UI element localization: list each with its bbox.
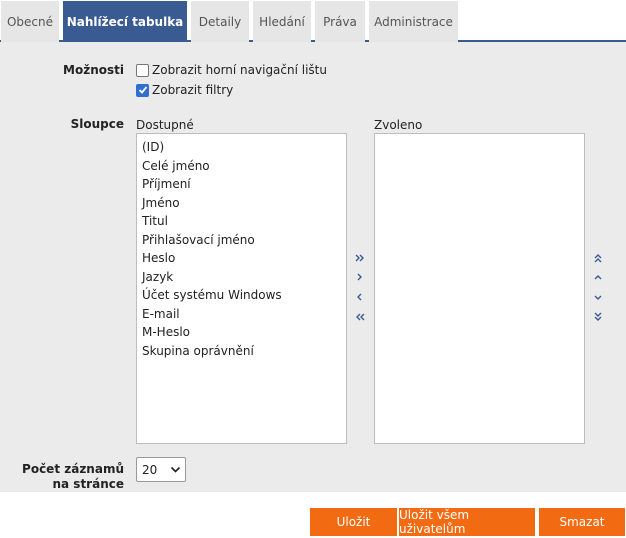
move-all-right-icon[interactable] (353, 251, 367, 265)
tab-detaily[interactable]: Detaily (191, 1, 249, 42)
list-item[interactable]: Celé jméno (137, 157, 346, 176)
list-item[interactable]: Jméno (137, 194, 346, 213)
save-all-users-button-label: Uložit všem uživatelům (399, 508, 470, 536)
selected-caption: Zvoleno (374, 118, 423, 132)
page-size-select[interactable]: 20 (136, 457, 186, 482)
page-size-label-line1: Počet záznamů (22, 462, 124, 476)
move-down-icon[interactable] (591, 290, 605, 304)
tab-nahlizeci-tabulka[interactable]: Nahlížecí tabulka (63, 1, 187, 42)
options-label: Možnosti (63, 63, 124, 77)
tab-label: Nahlížecí tabulka (66, 14, 184, 29)
selected-columns-list[interactable] (374, 133, 585, 444)
list-item[interactable]: Přihlašovací jméno (137, 231, 346, 250)
top-nav-checkbox[interactable] (136, 63, 149, 77)
tab-hledani[interactable]: Hledání (253, 1, 311, 42)
tab-label: Práva (323, 14, 357, 29)
tab-label: Hledání (259, 14, 305, 29)
tab-administrace[interactable]: Administrace (369, 1, 458, 42)
available-columns-list[interactable]: (ID) Celé jméno Příjmení Jméno Titul Přihlašo… (136, 133, 347, 444)
list-item[interactable]: Jazyk (137, 268, 346, 287)
move-left-icon[interactable] (353, 290, 367, 304)
list-item[interactable]: E-mail (137, 305, 346, 324)
list-item[interactable]: (ID) (137, 138, 346, 157)
tab-obecne[interactable]: Obecné (1, 1, 59, 42)
page-size-label-line2: na stránce (52, 477, 124, 491)
move-all-left-icon[interactable] (353, 310, 367, 324)
filters-checkbox-label: Zobrazit filtry (152, 83, 234, 97)
filters-checkbox[interactable] (136, 83, 149, 97)
move-right-icon[interactable] (353, 270, 367, 284)
move-bottom-icon[interactable] (591, 310, 605, 324)
columns-label: Sloupce (70, 117, 124, 131)
page-size-label: Počet záznamů na stránce (20, 462, 124, 492)
chevron-down-icon (170, 466, 181, 473)
save-all-users-button[interactable]: Uložit všem uživatelům (399, 508, 535, 536)
move-top-icon[interactable] (591, 251, 605, 265)
tab-prava[interactable]: Práva (315, 1, 365, 42)
top-nav-checkbox-label: Zobrazit horní navigační lištu (152, 63, 327, 77)
page-size-value: 20 (142, 462, 158, 477)
move-up-icon[interactable] (591, 270, 605, 284)
top-nav-option[interactable]: Zobrazit horní navigační lištu (136, 63, 327, 77)
list-item[interactable]: Účet systému Windows (137, 286, 346, 305)
delete-button-label: Smazat (559, 515, 605, 529)
list-item[interactable]: M-Heslo (137, 323, 346, 342)
list-item[interactable]: Příjmení (137, 175, 346, 194)
list-item[interactable]: Titul (137, 212, 346, 231)
list-item[interactable]: Skupina oprávnění (137, 342, 346, 361)
tab-label: Obecné (6, 14, 54, 29)
tab-label: Detaily (198, 14, 242, 29)
delete-button[interactable]: Smazat (539, 508, 625, 536)
tab-bar: Obecné Nahlížecí tabulka Detaily Hledání… (0, 0, 626, 42)
list-item[interactable]: Heslo (137, 249, 346, 268)
tab-label: Administrace (374, 14, 453, 29)
available-caption: Dostupné (136, 118, 194, 132)
filters-option[interactable]: Zobrazit filtry (136, 83, 233, 97)
save-button-label: Uložit (336, 515, 371, 529)
save-button[interactable]: Uložit (310, 508, 397, 536)
